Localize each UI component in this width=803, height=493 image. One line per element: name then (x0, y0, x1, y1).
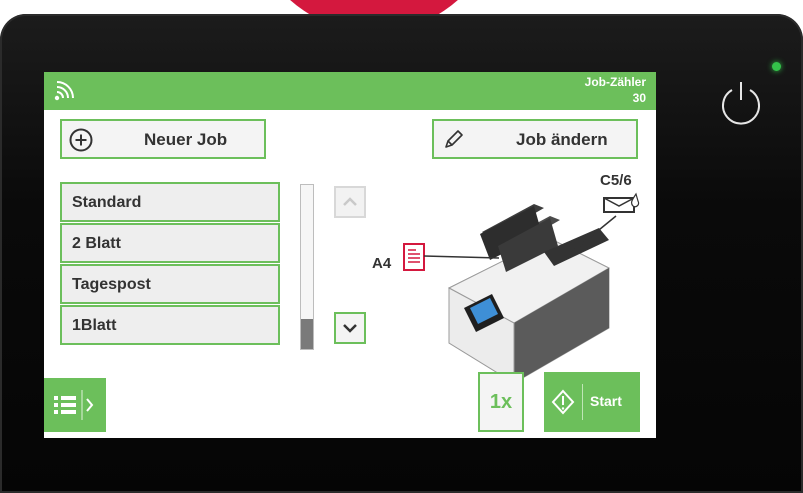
input-format-label: A4 (372, 255, 392, 272)
job-counter-label: Job-Zähler (584, 75, 646, 89)
pencil-icon (445, 130, 463, 148)
copy-count-button[interactable]: 1x (478, 372, 524, 432)
menu-button[interactable] (44, 378, 106, 432)
start-button[interactable]: Start (544, 372, 640, 432)
document-icon (403, 243, 425, 271)
list-menu-icon (54, 390, 94, 420)
status-led (772, 62, 781, 71)
job-list-item[interactable]: Tagespost (60, 264, 280, 304)
job-counter-value: 30 (632, 91, 646, 105)
start-label: Start (590, 393, 622, 409)
scroll-up-button[interactable] (334, 186, 366, 218)
start-divider (582, 384, 583, 420)
chevron-down-icon (343, 324, 357, 333)
envelope-icon (603, 192, 640, 213)
job-list-item[interactable]: 1Blatt (60, 305, 280, 345)
job-list-scrollbar[interactable] (300, 184, 314, 350)
scrollbar-thumb[interactable] (301, 319, 313, 349)
plus-circle-icon (69, 128, 93, 152)
start-diamond-icon (551, 389, 575, 415)
job-list-item[interactable]: Standard (60, 182, 280, 222)
power-icon[interactable] (716, 78, 766, 128)
new-job-label: Neuer Job (144, 130, 228, 149)
chevron-up-icon (343, 197, 357, 206)
edit-job-label: Job ändern (516, 130, 608, 149)
touch-screen: Job-Zähler 30 Neuer Job Job ändern Stand… (44, 72, 656, 438)
scroll-down-button[interactable] (334, 312, 366, 344)
wifi-icon (54, 81, 74, 101)
job-list-item[interactable]: 2 Blatt (60, 223, 280, 263)
edit-job-button[interactable]: Job ändern (432, 119, 638, 159)
folding-machine-illustration (403, 192, 640, 384)
top-bar: Job-Zähler 30 (44, 72, 656, 110)
new-job-button[interactable]: Neuer Job (60, 119, 266, 159)
